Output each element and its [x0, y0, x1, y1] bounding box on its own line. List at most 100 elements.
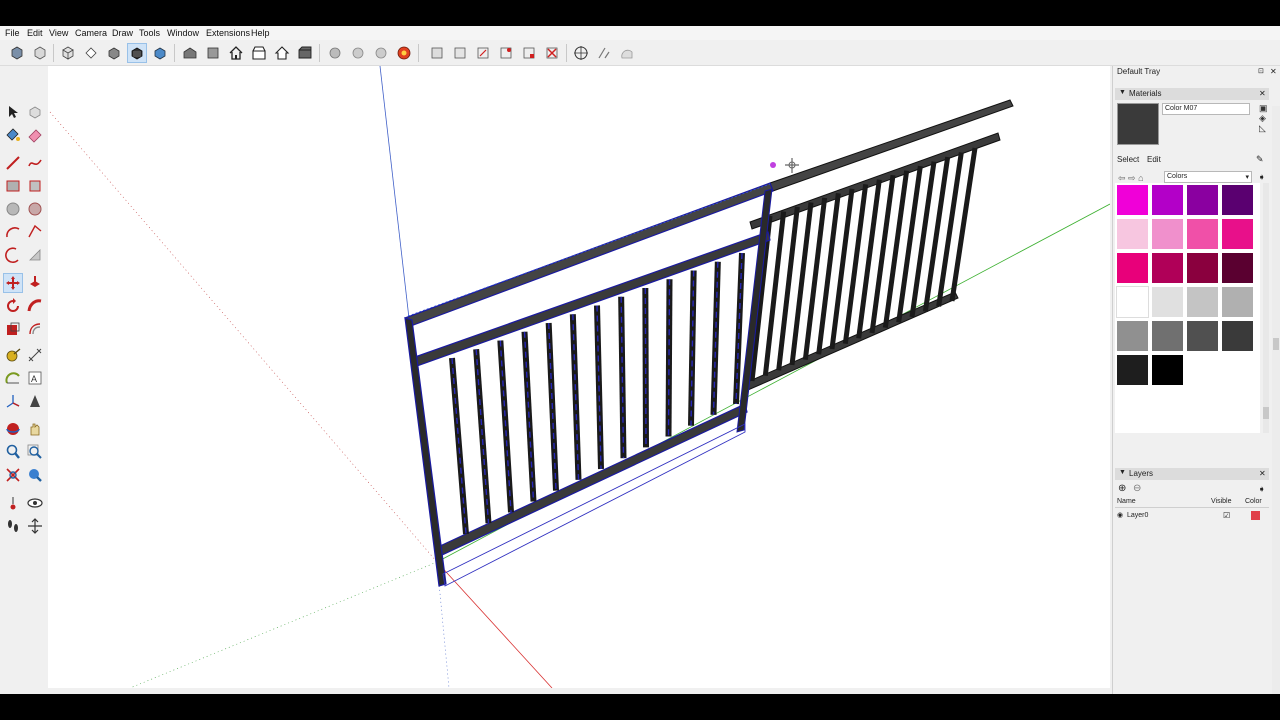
geo-location-icon[interactable] — [572, 44, 590, 62]
menu-window[interactable]: Window — [167, 28, 199, 38]
front-view-icon[interactable] — [105, 44, 123, 62]
menu-extensions[interactable]: Extensions — [206, 28, 250, 38]
library-dropdown[interactable]: Colors ▾ — [1164, 171, 1252, 183]
material-swatch[interactable] — [1222, 185, 1253, 215]
section-cut-icon[interactable] — [474, 44, 492, 62]
railing-selected-section[interactable] — [404, 182, 774, 587]
rotated-rectangle-icon[interactable] — [26, 177, 44, 195]
axes-icon[interactable] — [4, 392, 22, 410]
warehouse-icon[interactable] — [181, 44, 199, 62]
section-tool-icon[interactable] — [520, 44, 538, 62]
materials-close-icon[interactable]: ✕ — [1259, 89, 1266, 98]
material-swatch[interactable] — [1152, 321, 1183, 351]
freehand-icon[interactable] — [26, 154, 44, 172]
material-swatch[interactable] — [1222, 287, 1253, 317]
railing-model-scene[interactable] — [48, 66, 1110, 688]
swatch-scrollbar[interactable] — [1263, 183, 1269, 433]
rotate-icon[interactable] — [4, 297, 22, 315]
tape-measure-icon[interactable] — [4, 346, 22, 364]
text-icon[interactable]: A — [26, 369, 44, 387]
material-swatch[interactable] — [1117, 185, 1148, 215]
menu-help[interactable]: Help — [251, 28, 270, 38]
model-viewport[interactable] — [48, 66, 1110, 688]
make-component-icon[interactable] — [26, 103, 44, 121]
orbit-icon[interactable] — [4, 420, 22, 438]
materials-header[interactable]: ▼ Materials ✕ — [1115, 88, 1269, 100]
material-swatch[interactable] — [1222, 253, 1253, 283]
material-swatch[interactable] — [1117, 355, 1148, 385]
shaded-icon[interactable] — [151, 44, 169, 62]
material-swatch[interactable] — [1117, 219, 1148, 249]
add-layer-icon[interactable]: ⊕ — [1118, 483, 1126, 494]
layer-visible-checkbox[interactable]: ☑ — [1223, 511, 1230, 520]
measure-icon[interactable] — [595, 44, 613, 62]
protractor-tool-icon[interactable] — [4, 369, 22, 387]
dimension-icon[interactable] — [26, 346, 44, 364]
tray-pin-icon[interactable]: ⊡ — [1258, 67, 1264, 75]
material-swatch[interactable] — [1222, 219, 1253, 249]
rectangle-icon[interactable] — [4, 177, 22, 195]
menu-file[interactable]: File — [5, 28, 20, 38]
storefront-icon[interactable] — [250, 44, 268, 62]
section-delete-icon[interactable] — [543, 44, 561, 62]
material-swatch[interactable] — [1187, 253, 1218, 283]
walk-icon[interactable] — [4, 517, 22, 535]
zoom-icon[interactable] — [4, 443, 22, 461]
share-model-icon[interactable] — [31, 44, 49, 62]
section-display-icon[interactable] — [451, 44, 469, 62]
look-around-icon[interactable] — [26, 494, 44, 512]
active-layer-radio[interactable]: ◉ — [1117, 511, 1123, 519]
material-side-icons[interactable]: ▣ ◈ ◺ — [1259, 103, 1269, 133]
menu-tools[interactable]: Tools — [139, 28, 160, 38]
3d-text-icon[interactable] — [26, 392, 44, 410]
section-fill-icon[interactable] — [497, 44, 515, 62]
railing-back-section[interactable] — [744, 99, 1014, 391]
offset-icon[interactable] — [26, 320, 44, 338]
menu-draw[interactable]: Draw — [112, 28, 133, 38]
pie-icon[interactable] — [26, 246, 44, 264]
material-swatch[interactable] — [1117, 321, 1148, 351]
material-swatch[interactable] — [1187, 185, 1218, 215]
section-plane-tool-icon[interactable] — [26, 517, 44, 535]
tab-edit[interactable]: Edit — [1147, 155, 1161, 164]
tray-close-icon[interactable]: ✕ — [1270, 67, 1277, 76]
eraser-icon[interactable] — [26, 126, 44, 144]
iso-view-icon[interactable] — [59, 44, 77, 62]
zoom-window-icon[interactable] — [26, 443, 44, 461]
position-camera-icon[interactable] — [4, 494, 22, 512]
gear-tool-3-icon[interactable] — [372, 44, 390, 62]
tab-select[interactable]: Select — [1117, 155, 1139, 164]
material-swatch[interactable] — [1152, 185, 1183, 215]
extension-icon[interactable] — [296, 44, 314, 62]
protractor-icon[interactable] — [618, 44, 636, 62]
material-swatch[interactable] — [1187, 219, 1218, 249]
material-swatch[interactable] — [1152, 355, 1183, 385]
three-point-arc-icon[interactable] — [4, 246, 22, 264]
layer-details-icon[interactable]: ➧ — [1258, 484, 1266, 495]
select-icon[interactable] — [4, 103, 22, 121]
material-name-field[interactable]: Color M07 — [1162, 103, 1250, 115]
house-icon[interactable] — [227, 44, 245, 62]
sample-paint-icon[interactable]: ✎ — [1256, 154, 1264, 165]
xray-icon[interactable] — [127, 43, 147, 63]
material-swatch[interactable] — [1152, 219, 1183, 249]
polygon-icon[interactable] — [26, 200, 44, 218]
material-swatch[interactable] — [1187, 287, 1218, 317]
tray-scrollbar[interactable] — [1272, 106, 1280, 694]
paint-bucket-icon[interactable] — [4, 126, 22, 144]
layer-row[interactable]: ◉ Layer0 ☑ — [1115, 510, 1269, 522]
layers-close-icon[interactable]: ✕ — [1259, 469, 1266, 478]
material-swatch[interactable] — [1152, 253, 1183, 283]
details-arrow-icon[interactable]: ➧ — [1258, 172, 1266, 183]
component-icon[interactable] — [204, 44, 222, 62]
material-swatch[interactable] — [1117, 253, 1148, 283]
layer-color-swatch[interactable] — [1251, 511, 1260, 520]
get-models-icon[interactable] — [8, 44, 26, 62]
move-icon[interactable] — [3, 273, 23, 293]
scale-icon[interactable] — [4, 320, 22, 338]
gear-tool-2-icon[interactable] — [349, 44, 367, 62]
top-view-icon[interactable] — [82, 44, 100, 62]
remove-layer-icon[interactable]: ⊖ — [1133, 483, 1141, 494]
menu-edit[interactable]: Edit — [27, 28, 43, 38]
two-point-arc-icon[interactable] — [26, 223, 44, 241]
